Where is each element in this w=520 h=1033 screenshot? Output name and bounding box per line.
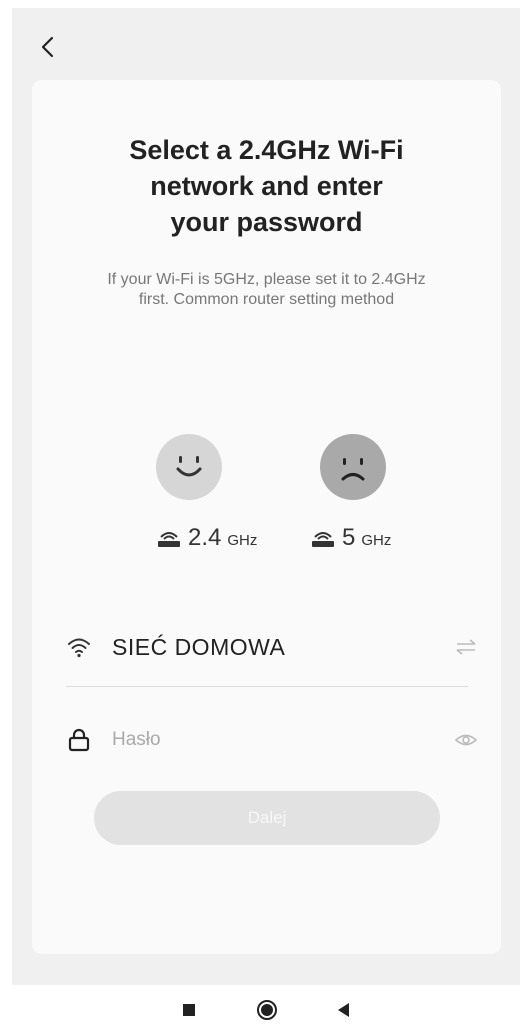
triangle-back-icon[interactable]	[333, 999, 355, 1021]
eye-icon[interactable]	[454, 728, 478, 752]
router-icon	[312, 532, 334, 547]
chevron-left-icon[interactable]	[34, 32, 64, 62]
app-screen: Select a 2.4GHz Wi-Fi network and enter …	[12, 8, 520, 985]
wifi-setup-card: Select a 2.4GHz Wi-Fi network and enter …	[32, 80, 501, 954]
band-unit: GHz	[361, 532, 392, 549]
sad-face-icon	[320, 434, 386, 500]
next-button[interactable]: Dalej	[94, 791, 440, 845]
band-value: 5	[342, 524, 356, 551]
band-5ghz: 5 GHz	[310, 524, 391, 552]
band-2-4ghz: 2.4 GHz	[156, 524, 257, 552]
wifi-network-row[interactable]: SIEĆ DOMOWA	[66, 627, 478, 667]
router-icon	[158, 532, 180, 547]
password-input[interactable]	[112, 729, 454, 751]
band-value: 2.4	[188, 524, 222, 551]
next-button-label: Dalej	[247, 808, 287, 827]
square-icon[interactable]	[178, 999, 200, 1021]
lock-icon	[68, 728, 90, 752]
wifi-network-name: SIEĆ DOMOWA	[112, 633, 286, 660]
system-nav-bar	[0, 985, 520, 1033]
wifi-icon	[68, 638, 90, 658]
band-unit: GHz	[227, 532, 258, 549]
password-row	[66, 720, 478, 760]
page-subtitle: If your Wi-Fi is 5GHz, please set it to …	[107, 271, 426, 308]
circle-icon[interactable]	[256, 999, 278, 1021]
page-title: Select a 2.4GHz Wi-Fi network and enter …	[129, 135, 404, 237]
smile-face-icon	[156, 434, 222, 500]
divider	[66, 686, 468, 687]
switch-arrows-icon[interactable]	[454, 635, 478, 659]
